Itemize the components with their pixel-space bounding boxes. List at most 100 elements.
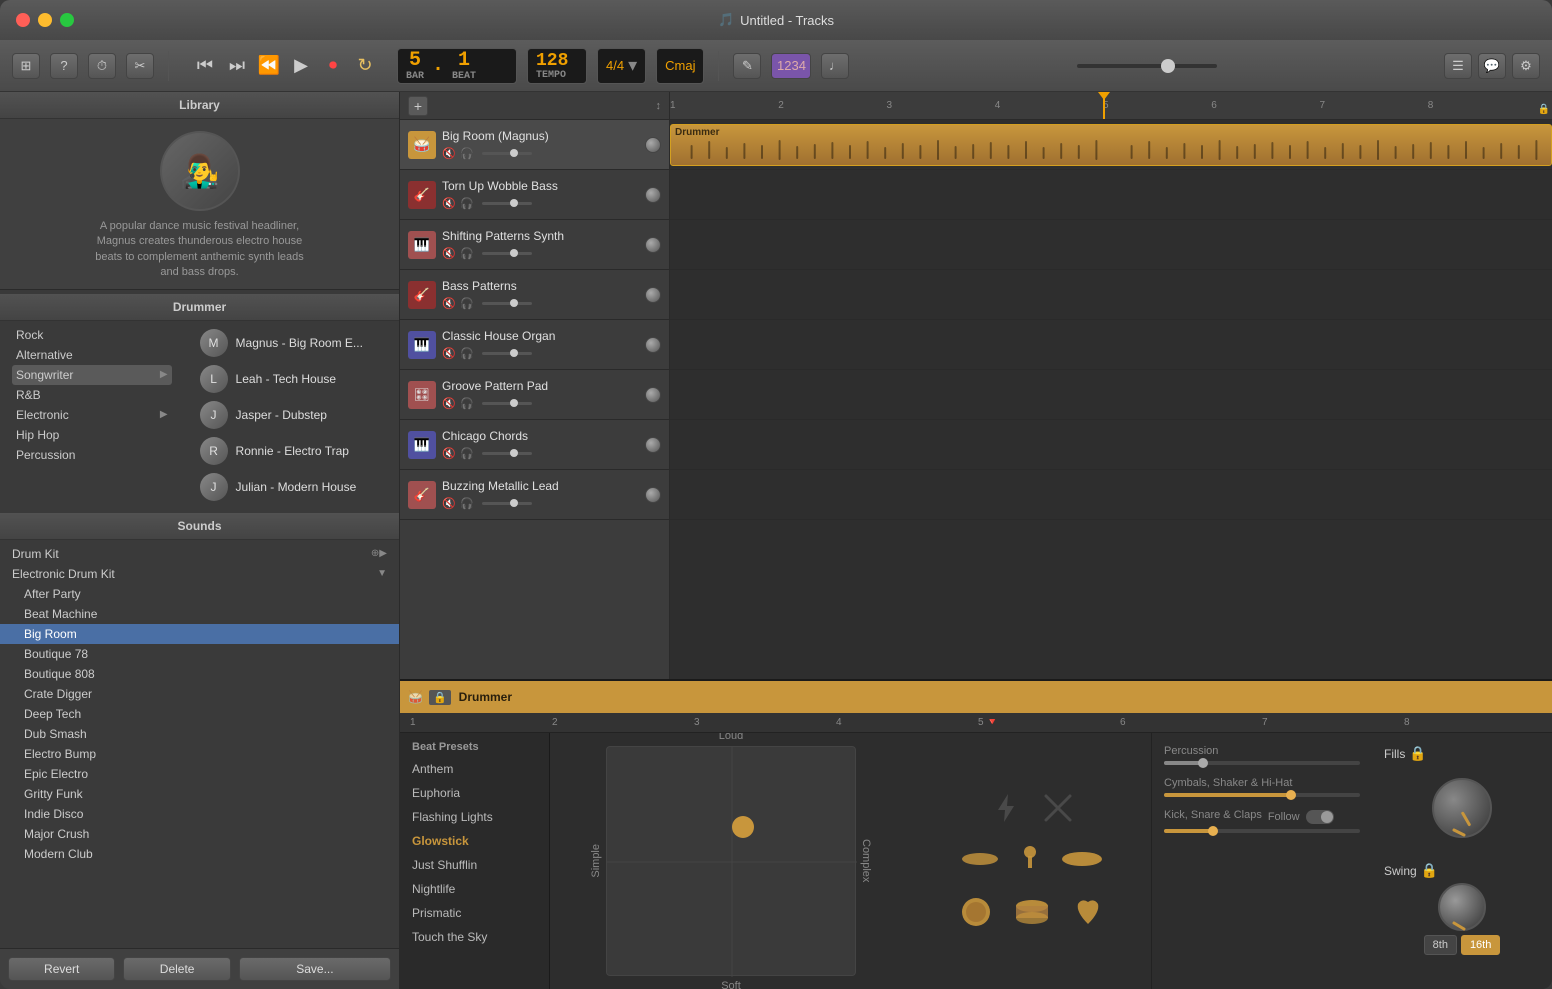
sound-gritty-funk[interactable]: Gritty Funk: [0, 784, 399, 804]
category-hiphop[interactable]: Hip Hop: [12, 425, 172, 445]
add-track-button[interactable]: +: [408, 96, 428, 116]
track-volume-slider-2[interactable]: [482, 202, 532, 205]
preset-just-shufflin[interactable]: Just Shufflin: [400, 853, 549, 877]
track-mute-icon-3[interactable]: 🔇: [442, 246, 456, 260]
time-signature-display[interactable]: 4/4 ▾: [597, 48, 646, 84]
preset-nightlife[interactable]: Nightlife: [400, 877, 549, 901]
volume-slider[interactable]: [1077, 64, 1217, 68]
track-mute-icon-2[interactable]: 🔇: [442, 196, 456, 210]
track-chicago[interactable]: 🎹 Chicago Chords 🔇 🎧: [400, 420, 669, 470]
track-pan-knob-5[interactable]: [645, 337, 661, 353]
track-mute-icon-5[interactable]: 🔇: [442, 346, 456, 360]
track-mute-icon-4[interactable]: 🔇: [442, 296, 456, 310]
tracks-content[interactable]: Drummer: [670, 120, 1552, 679]
track-volume-thumb[interactable]: [510, 149, 518, 157]
pad-grid[interactable]: [606, 746, 856, 976]
maximize-button[interactable]: [60, 13, 74, 27]
track-pan-knob-6[interactable]: [645, 387, 661, 403]
preset-euphoria[interactable]: Euphoria: [400, 781, 549, 805]
track-mute-icon-6[interactable]: 🔇: [442, 396, 456, 410]
track-mute-icon[interactable]: 🔇: [442, 146, 456, 160]
scissors-button[interactable]: ✂: [126, 53, 154, 79]
percussion-slider[interactable]: [1164, 761, 1360, 765]
drum-hihat-icon[interactable]: [960, 849, 1000, 869]
play-button[interactable]: ▶: [287, 55, 315, 76]
drummer-leah[interactable]: L Leah - Tech House: [196, 361, 387, 397]
library-button[interactable]: ☰: [1444, 53, 1472, 79]
sound-cat-electronic[interactable]: Electronic Drum Kit ▼: [0, 564, 399, 584]
swing-knob[interactable]: [1438, 883, 1486, 931]
track-buzzing[interactable]: 🎸 Buzzing Metallic Lead 🔇 🎧: [400, 470, 669, 520]
track-volume-thumb-3[interactable]: [510, 249, 518, 257]
track-mute-icon-7[interactable]: 🔇: [442, 446, 456, 460]
help-button[interactable]: ?: [50, 53, 78, 79]
sound-after-party[interactable]: After Party: [0, 584, 399, 604]
key-display[interactable]: Cmaj: [656, 48, 704, 84]
sound-crate-digger[interactable]: Crate Digger: [0, 684, 399, 704]
category-rnb[interactable]: R&B: [12, 385, 172, 405]
record-button[interactable]: ⏺: [319, 55, 347, 76]
track-big-room[interactable]: 🥁 Big Room (Magnus) 🔇 🎧: [400, 120, 669, 170]
preset-anthem[interactable]: Anthem: [400, 757, 549, 781]
preset-prismatic[interactable]: Prismatic: [400, 901, 549, 925]
track-headphone-icon[interactable]: 🎧: [460, 146, 474, 160]
track-volume-thumb-8[interactable]: [510, 499, 518, 507]
preset-touch-the-sky[interactable]: Touch the Sky: [400, 925, 549, 949]
track-pan-knob-8[interactable]: [645, 487, 661, 503]
track-headphone-icon-8[interactable]: 🎧: [460, 496, 474, 510]
sound-modern-club[interactable]: Modern Club: [0, 844, 399, 864]
track-volume-slider-5[interactable]: [482, 352, 532, 355]
inspector-button[interactable]: ⚙: [1512, 53, 1540, 79]
track-torn-up[interactable]: 🎸 Torn Up Wobble Bass 🔇 🎧: [400, 170, 669, 220]
position-display[interactable]: 5 BAR . 1 BEAT: [397, 48, 517, 84]
drum-clap-icon[interactable]: [1070, 896, 1106, 928]
category-electronic[interactable]: Electronic ▶: [12, 405, 172, 425]
fills-knob[interactable]: [1432, 778, 1492, 838]
track-volume-slider-7[interactable]: [482, 452, 532, 455]
sound-electro-bump[interactable]: Electro Bump: [0, 744, 399, 764]
sound-deep-tech[interactable]: Deep Tech: [0, 704, 399, 724]
category-rock[interactable]: Rock: [12, 325, 172, 345]
category-percussion[interactable]: Percussion: [12, 445, 172, 465]
sound-beat-machine[interactable]: Beat Machine: [0, 604, 399, 624]
preset-flashing-lights[interactable]: Flashing Lights: [400, 805, 549, 829]
drummer-jasper[interactable]: J Jasper - Dubstep: [196, 397, 387, 433]
sound-epic-electro[interactable]: Epic Electro: [0, 764, 399, 784]
fast-forward-button[interactable]: ⏭: [223, 55, 251, 76]
track-volume-thumb-5[interactable]: [510, 349, 518, 357]
drum-kick-icon[interactable]: [958, 894, 994, 930]
track-volume-slider[interactable]: [482, 152, 532, 155]
note-pad-button[interactable]: 💬: [1478, 53, 1506, 79]
follow-toggle-button[interactable]: [1306, 810, 1334, 824]
cymbals-thumb[interactable]: [1286, 790, 1296, 800]
metronome-button[interactable]: ⏱: [88, 53, 116, 79]
track-headphone-icon-7[interactable]: 🎧: [460, 446, 474, 460]
drum-lightning-icon[interactable]: [990, 792, 1022, 824]
close-button[interactable]: [16, 13, 30, 27]
save-button[interactable]: Save...: [239, 957, 391, 981]
tempo-display[interactable]: 128 TEMPO: [527, 48, 587, 84]
drummer-ronnie[interactable]: R Ronnie - Electro Trap: [196, 433, 387, 469]
track-headphone-icon-6[interactable]: 🎧: [460, 396, 474, 410]
note-8th-button[interactable]: 8th: [1424, 935, 1457, 955]
drum-crash-icon[interactable]: [1060, 848, 1104, 870]
minimize-button[interactable]: [38, 13, 52, 27]
track-volume-slider-3[interactable]: [482, 252, 532, 255]
cycle-button[interactable]: ↻: [351, 55, 379, 76]
sound-boutique-78[interactable]: Boutique 78: [0, 644, 399, 664]
delete-button[interactable]: Delete: [123, 957, 230, 981]
track-groove-pad[interactable]: 🎛 Groove Pattern Pad 🔇 🎧: [400, 370, 669, 420]
track-pan-knob-7[interactable]: [645, 437, 661, 453]
revert-button[interactable]: Revert: [8, 957, 115, 981]
region-drummer[interactable]: Drummer: [670, 124, 1552, 166]
track-headphone-icon-5[interactable]: 🎧: [460, 346, 474, 360]
category-songwriter[interactable]: Songwriter ▶: [12, 365, 172, 385]
drum-shaker-icon[interactable]: [1020, 844, 1040, 874]
track-headphone-icon-3[interactable]: 🎧: [460, 246, 474, 260]
skip-back-button[interactable]: ⏪: [255, 55, 283, 76]
rewind-button[interactable]: ⏮: [191, 55, 219, 76]
track-classic-organ[interactable]: 🎹 Classic House Organ 🔇 🎧: [400, 320, 669, 370]
drum-cross-icon[interactable]: [1042, 792, 1074, 824]
kick-thumb[interactable]: [1208, 826, 1218, 836]
track-headphone-icon-2[interactable]: 🎧: [460, 196, 474, 210]
